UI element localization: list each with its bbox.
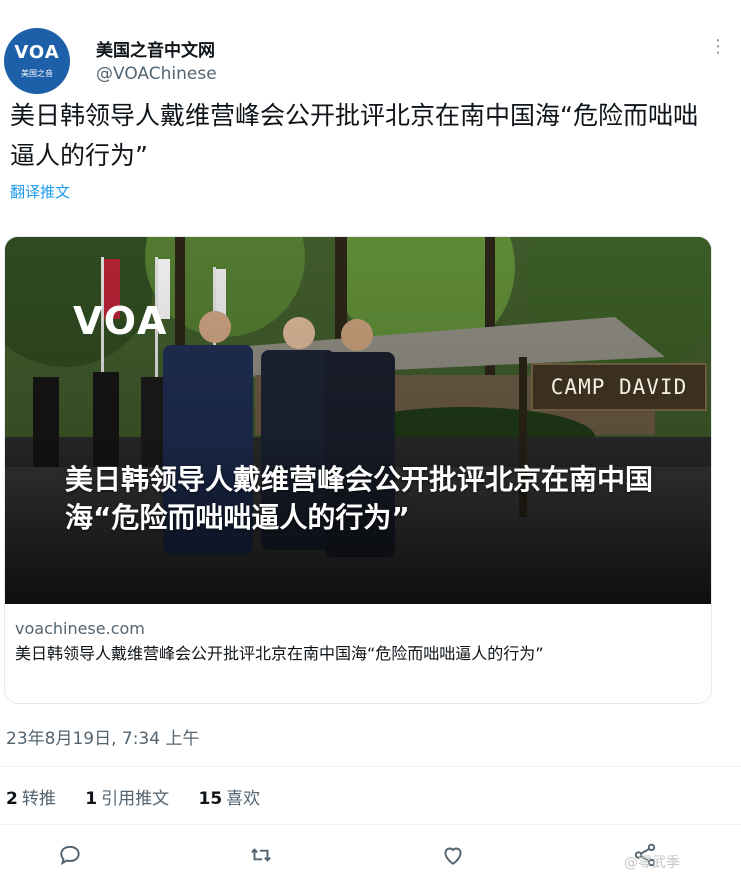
likes-label: 喜欢 <box>226 789 261 809</box>
likes-count: 15 <box>198 789 223 809</box>
divider <box>0 824 741 825</box>
divider <box>0 766 741 767</box>
likes-stat[interactable]: 15 喜欢 <box>199 789 261 809</box>
tweet-timestamp[interactable]: 23年8月19日, 7:34 上午 <box>6 724 199 749</box>
voa-logo: VOA <box>14 42 60 63</box>
retweets-label: 转推 <box>21 789 56 809</box>
translate-tweet-link[interactable]: 翻译推文 <box>10 181 70 202</box>
retweet-icon[interactable] <box>248 842 274 868</box>
quotes-stat[interactable]: 1 引用推文 <box>85 789 169 809</box>
user-handle[interactable]: @VOAChinese <box>96 64 217 84</box>
quotes-label: 引用推文 <box>101 789 170 809</box>
tweet-text: 美日韩领导人戴维营峰会公开批评北京在南中国海“危险而咄咄逼人的行为” <box>10 101 698 170</box>
link-card[interactable]: VOA CAMP DAVID 美日韩领导人戴维营峰会公开批评北京在南中国海“危险… <box>4 236 712 704</box>
tweet-stats: 2 转推 1 引用推文 15 喜欢 <box>6 784 284 809</box>
retweets-count: 2 <box>6 789 18 809</box>
display-name[interactable]: 美国之音中文网 <box>96 36 215 61</box>
avatar-subtitle: 美国之音 <box>21 69 53 78</box>
like-icon[interactable] <box>440 842 466 868</box>
weibo-watermark: @零武季 <box>624 855 680 871</box>
card-title[interactable]: 美日韩领导人戴维营峰会公开批评北京在南中国海“危险而咄咄逼人的行为” <box>15 641 699 666</box>
retweets-stat[interactable]: 2 转推 <box>6 789 56 809</box>
more-options-icon[interactable]: ⋮ <box>709 36 727 57</box>
voa-watermark: VOA <box>73 299 169 343</box>
quotes-count: 1 <box>85 789 98 809</box>
card-image[interactable]: VOA CAMP DAVID 美日韩领导人戴维营峰会公开批评北京在南中国海“危险… <box>5 237 711 604</box>
card-domain[interactable]: voachinese.com <box>15 619 145 638</box>
image-headline: 美日韩领导人戴维营峰会公开批评北京在南中国海“危险而咄咄逼人的行为” <box>65 463 654 534</box>
camp-david-sign: CAMP DAVID <box>531 363 707 411</box>
avatar[interactable]: VOA 美国之音 <box>4 28 70 94</box>
reply-icon[interactable] <box>57 842 83 868</box>
